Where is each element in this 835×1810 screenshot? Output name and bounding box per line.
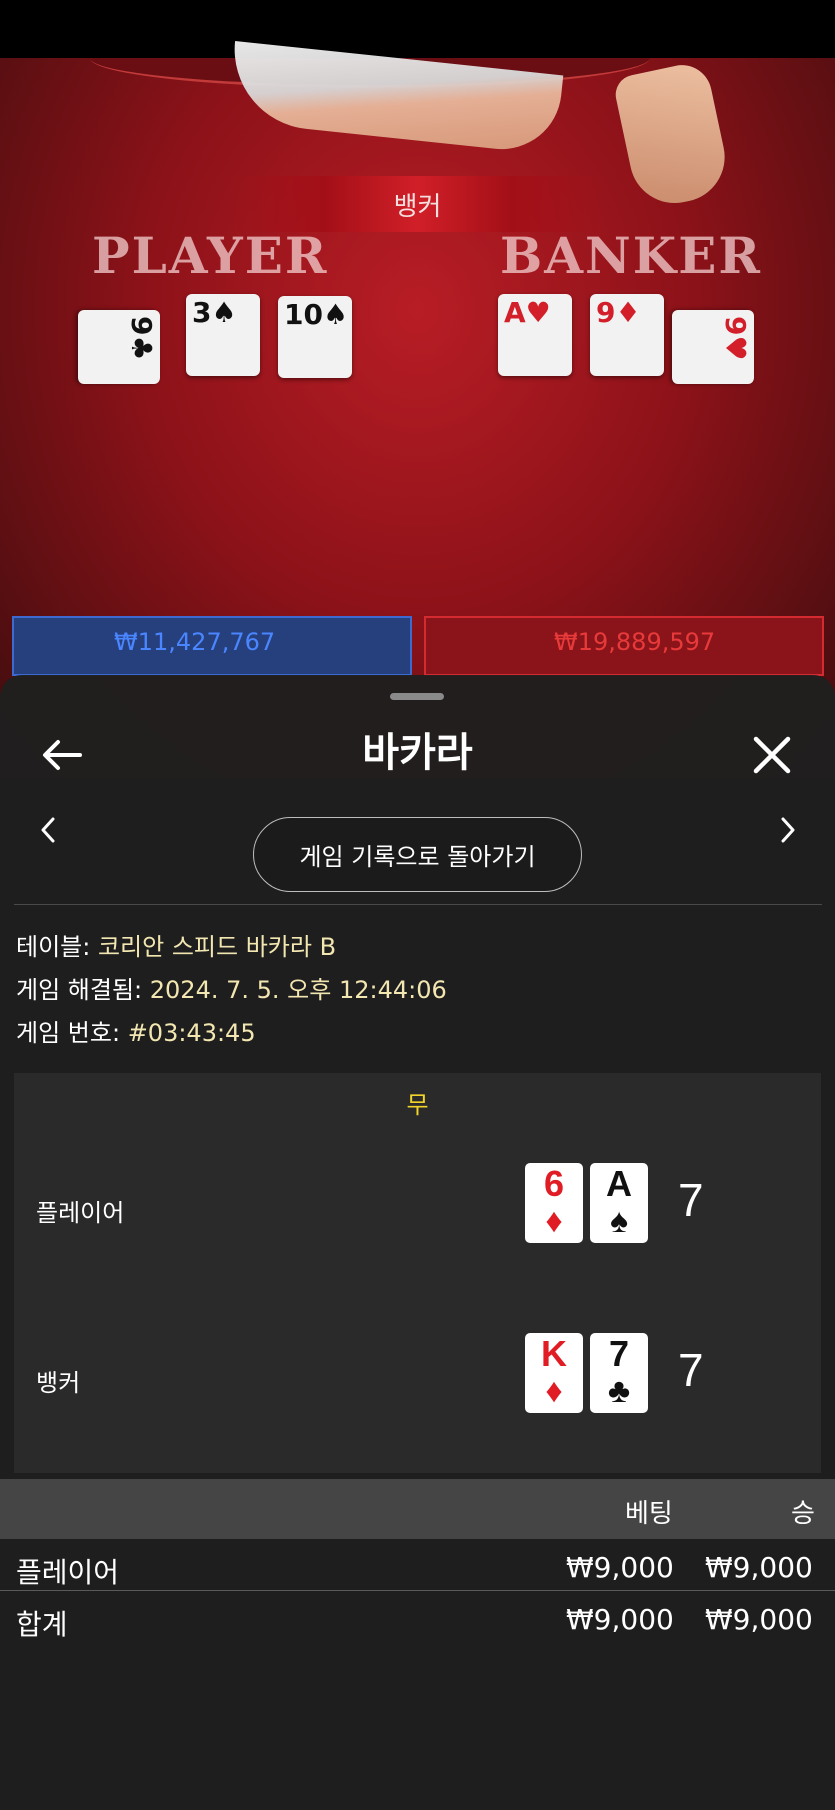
bet-amount: ₩9,000 (566, 1551, 674, 1584)
win-amount: ₩9,000 (705, 1551, 813, 1584)
player-side-label: PLAYER (92, 226, 329, 285)
player-score: 7 (678, 1174, 704, 1226)
result-panel: 무 플레이어 6 ♦ A ♠ 7 뱅커 K ♦ 7 ♣ 7 (14, 1073, 821, 1473)
banker-card-1: K ♦ (525, 1333, 583, 1413)
banker-hand-label: 뱅커 (36, 1369, 81, 1397)
player-card-1: 6 ♦ (525, 1163, 583, 1243)
table-info-value: 코리안 스피드 바카라 B (97, 933, 337, 961)
sheet-title: 바카라 (362, 730, 473, 776)
round-info: 게임 번호: #03:43:45 (16, 1013, 256, 1048)
banker-card-2: 7 ♣ (590, 1333, 648, 1413)
bets-table-header: 베팅 승 (0, 1479, 835, 1539)
round-info-label: 게임 번호: (16, 1019, 121, 1047)
scene-banker-card-2: 9♦ (590, 294, 664, 376)
total-label: 합계 (16, 1608, 68, 1641)
sheet-drag-handle[interactable] (390, 693, 444, 700)
row-divider (0, 1590, 835, 1591)
table-info-label: 테이블: (16, 933, 91, 961)
close-icon[interactable] (742, 725, 802, 785)
total-bet: ₩9,000 (566, 1603, 674, 1636)
chevron-left-icon[interactable] (28, 810, 68, 850)
total-win: ₩9,000 (705, 1603, 813, 1636)
scene-banker-card-3: 9♥ (672, 310, 754, 384)
game-result-sheet: 바카라 게임 기록으로 돌아가기 테이블: 코리안 스피드 바카라 B 게임 해… (0, 675, 835, 1810)
col-bet-header: 베팅 (625, 1499, 673, 1529)
scene-player-card-2: 3♠ (186, 294, 260, 376)
resolved-info-value: 2024. 7. 5. 오후 12:44:06 (149, 976, 447, 1004)
header-divider (14, 904, 822, 905)
status-bar (0, 0, 835, 58)
chevron-right-icon[interactable] (768, 810, 808, 850)
scene-player-card-1: 9♣ (78, 310, 160, 384)
dealer-hand (612, 59, 733, 212)
player-card-2: A ♠ (590, 1163, 648, 1243)
banker-score: 7 (678, 1344, 704, 1396)
col-win-header: 승 (791, 1499, 815, 1529)
resolved-info: 게임 해결됨: 2024. 7. 5. 오후 12:44:06 (16, 970, 447, 1005)
resolved-info-label: 게임 해결됨: (16, 976, 143, 1004)
bet-name: 플레이어 (16, 1556, 120, 1589)
round-info-value: #03:43:45 (127, 1019, 256, 1047)
table-info: 테이블: 코리안 스피드 바카라 B (16, 927, 336, 962)
total-row: 합계 ₩9,000 ₩9,000 (0, 1595, 835, 1645)
player-hand-label: 플레이어 (36, 1199, 125, 1227)
winner-banner: 뱅커 (230, 176, 605, 232)
scene-player-card-3: 10♠ (278, 296, 352, 378)
banker-side-label: BANKER (500, 226, 762, 285)
player-bet-bar: ₩11,427,767 (12, 616, 412, 676)
table-row: 플레이어 ₩9,000 ₩9,000 (0, 1543, 835, 1593)
player-total-amount: ₩11,427,767 (114, 628, 276, 656)
banker-total-amount: ₩19,889,597 (554, 628, 716, 656)
back-to-history-button[interactable]: 게임 기록으로 돌아가기 (253, 817, 582, 892)
banker-bet-bar: ₩19,889,597 (424, 616, 824, 676)
outcome-label: 무 (406, 1091, 429, 1119)
scene-banker-card-1: A♥ (498, 294, 572, 376)
